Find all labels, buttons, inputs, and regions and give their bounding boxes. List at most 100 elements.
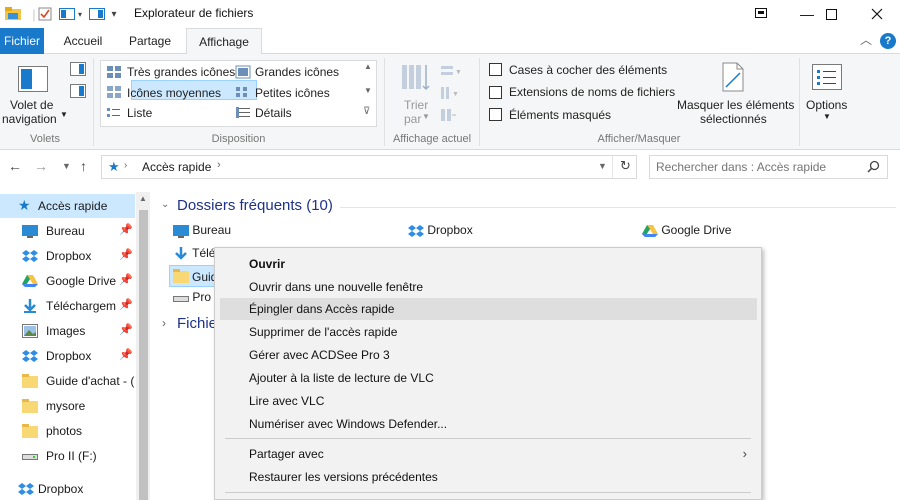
- menu-item-restaurer-versions[interactable]: Restaurer les versions précédentes: [215, 466, 761, 488]
- navigation-pane-icon[interactable]: [18, 66, 48, 92]
- tab-partage[interactable]: Partage: [120, 28, 180, 54]
- tile-telechargements[interactable]: Télé: [173, 246, 215, 261]
- pin-icon[interactable]: 📌: [119, 273, 133, 286]
- sidebar-item-google-drive[interactable]: Google Drive 📌: [0, 269, 135, 293]
- close-button[interactable]: [854, 0, 900, 28]
- menu-item-epingler[interactable]: Épingler dans Accès rapide: [220, 298, 757, 320]
- tab-fichier[interactable]: Fichier: [0, 28, 44, 54]
- sidebar-item-dropbox[interactable]: Dropbox 📌: [0, 244, 135, 268]
- layout-item-small[interactable]: Petites icônes: [255, 86, 330, 100]
- collapse-ribbon-icon[interactable]: ︿: [860, 31, 872, 48]
- pin-icon[interactable]: 📌: [119, 248, 133, 261]
- menu-item-supprimer-acces-rapide[interactable]: Supprimer de l'accès rapide: [215, 321, 761, 343]
- menu-item-acdsee[interactable]: Gérer avec ACDSee Pro 3: [215, 344, 761, 366]
- add-columns-icon[interactable]: ▼: [440, 86, 459, 100]
- navigation-pane-label[interactable]: Volet de: [10, 98, 53, 112]
- search-box[interactable]: [649, 155, 888, 179]
- sidebar-item-bureau[interactable]: Bureau 📌: [0, 219, 135, 243]
- hide-selected-label[interactable]: Masquer les éléments: [677, 98, 794, 112]
- details-icon[interactable]: [235, 106, 251, 120]
- layout-item-large[interactable]: Grandes icônes: [255, 65, 339, 79]
- sidebar-item-photos[interactable]: photos: [0, 419, 135, 443]
- hide-selected-label-2[interactable]: sélectionnés: [700, 112, 767, 126]
- help-icon[interactable]: ?: [880, 33, 896, 49]
- sidebar-item-pro-ii[interactable]: Pro II (F:): [0, 444, 135, 468]
- tile-pro-ii[interactable]: Pro: [173, 290, 211, 305]
- search-icon[interactable]: [867, 160, 880, 176]
- menu-item-ouvrir[interactable]: Ouvrir: [215, 253, 761, 275]
- sort-by-label-2[interactable]: par: [404, 112, 421, 126]
- menu-item-vlc-playlist[interactable]: Ajouter à la liste de lecture de VLC: [215, 367, 761, 389]
- search-input[interactable]: [656, 159, 856, 175]
- address-bar[interactable]: ★ › Accès rapide › ▼ ↻: [101, 155, 637, 179]
- layout-item-details[interactable]: Détails: [255, 106, 292, 120]
- chevron-right-icon[interactable]: ›: [162, 316, 166, 330]
- details-pane-icon[interactable]: [70, 84, 86, 98]
- file-extensions-checkbox[interactable]: [489, 86, 502, 99]
- sort-by-icon[interactable]: [401, 62, 431, 92]
- tile-google-drive[interactable]: Google Drive: [642, 223, 731, 238]
- layout-icon[interactable]: [88, 4, 106, 24]
- gallery-down-icon[interactable]: ▼: [364, 86, 372, 95]
- file-extensions-label[interactable]: Extensions de noms de fichiers: [509, 85, 675, 99]
- size-columns-icon[interactable]: [440, 108, 456, 122]
- hidden-items-checkbox[interactable]: [489, 108, 502, 121]
- gallery-expand-icon[interactable]: ⊽: [363, 106, 370, 117]
- breadcrumb-separator-icon[interactable]: ›: [217, 159, 221, 171]
- refresh-icon[interactable]: ↻: [620, 158, 631, 174]
- new-folder-icon[interactable]: [58, 4, 76, 24]
- recent-files-title[interactable]: Fichie: [177, 315, 217, 332]
- up-arrow-icon[interactable]: ↑: [80, 158, 87, 174]
- breadcrumb-separator-icon[interactable]: ›: [124, 160, 127, 171]
- tile-dropbox[interactable]: Dropbox: [408, 223, 473, 238]
- sidebar-item-dropbox-root[interactable]: Dropbox: [0, 477, 135, 500]
- back-arrow-icon[interactable]: ←: [8, 158, 22, 174]
- layout-item-list[interactable]: Liste: [127, 106, 152, 120]
- menu-item-vlc-play[interactable]: Lire avec VLC: [215, 390, 761, 412]
- scroll-up-icon[interactable]: ▲: [139, 194, 147, 203]
- chevron-down-icon[interactable]: ▼: [422, 112, 430, 121]
- sidebar-item-guide-achat[interactable]: Guide d'achat - (: [0, 369, 135, 393]
- chevron-down-icon[interactable]: ▾: [76, 4, 84, 24]
- sidebar-scrollbar-thumb[interactable]: [139, 210, 148, 500]
- options-label[interactable]: Options: [806, 98, 847, 112]
- group-by-icon[interactable]: ▼: [440, 64, 462, 78]
- chevron-down-icon[interactable]: ⌄: [161, 199, 169, 210]
- hidden-items-label[interactable]: Éléments masqués: [509, 108, 611, 122]
- address-history-icon[interactable]: ▼: [598, 161, 607, 171]
- gallery-up-icon[interactable]: ▲: [364, 62, 372, 71]
- pin-icon[interactable]: 📌: [119, 323, 133, 336]
- small-icons-icon[interactable]: [235, 85, 251, 99]
- sort-by-label[interactable]: Trier: [404, 98, 428, 112]
- tab-affichage[interactable]: Affichage: [186, 28, 262, 55]
- options-icon[interactable]: [812, 64, 842, 90]
- sidebar-item-dropbox-2[interactable]: Dropbox 📌: [0, 344, 135, 368]
- preview-pane-icon[interactable]: [70, 62, 86, 76]
- tile-guide-achat[interactable]: Guid: [169, 265, 217, 287]
- breadcrumb[interactable]: Accès rapide: [142, 160, 211, 174]
- pin-icon[interactable]: 📌: [119, 348, 133, 361]
- menu-item-partager-avec[interactable]: Partager avec ›: [215, 443, 761, 465]
- sidebar-item-mysore[interactable]: mysore: [0, 394, 135, 418]
- menu-item-windows-defender[interactable]: Numériser avec Windows Defender...: [215, 413, 761, 435]
- recent-locations-icon[interactable]: ▼: [62, 161, 71, 171]
- menu-item-ouvrir-nouvelle-fenetre[interactable]: Ouvrir dans une nouvelle fenêtre: [215, 276, 761, 298]
- maximize-button[interactable]: [808, 0, 854, 28]
- extra-large-icons-icon[interactable]: [106, 65, 122, 79]
- chevron-down-icon[interactable]: ▼: [823, 112, 831, 121]
- pin-icon[interactable]: 📌: [119, 298, 133, 311]
- sidebar-item-images[interactable]: Images 📌: [0, 319, 135, 343]
- frequent-folders-title[interactable]: Dossiers fréquents (10): [177, 197, 333, 214]
- tab-accueil[interactable]: Accueil: [54, 28, 112, 54]
- navigation-pane-label-2[interactable]: navigation: [2, 112, 57, 126]
- customize-toolbar-icon[interactable]: ▾: [108, 4, 120, 24]
- forward-arrow-icon[interactable]: →: [34, 158, 48, 174]
- large-icons-icon[interactable]: [235, 65, 251, 79]
- medium-icons-icon[interactable]: [106, 85, 122, 99]
- item-checkboxes-label[interactable]: Cases à cocher des éléments: [509, 63, 667, 77]
- layout-item-medium[interactable]: Icônes moyennes: [127, 86, 221, 100]
- hide-selected-icon[interactable]: [720, 62, 746, 92]
- list-icon[interactable]: [106, 106, 122, 120]
- sidebar-item-telechargements[interactable]: Téléchargem 📌: [0, 294, 135, 318]
- ribbon-display-icon[interactable]: [738, 0, 784, 28]
